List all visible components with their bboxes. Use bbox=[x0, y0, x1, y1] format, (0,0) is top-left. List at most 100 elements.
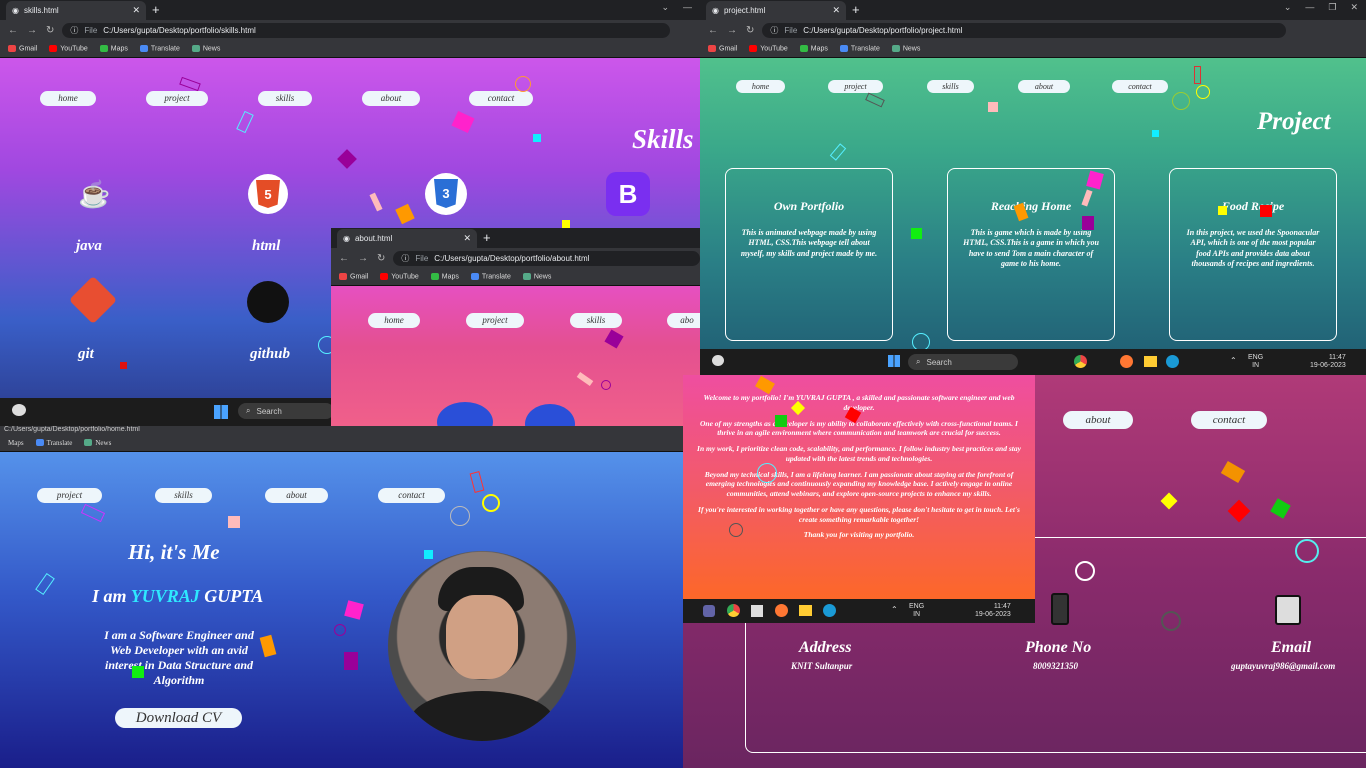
nav-contact[interactable]: contact bbox=[1112, 80, 1168, 93]
nav-about[interactable]: about bbox=[1063, 411, 1133, 429]
address-bar[interactable]: ⓘ File C:/Users/gupta/Desktop/portfolio/… bbox=[762, 22, 1286, 38]
nav-about[interactable]: about bbox=[265, 488, 328, 503]
bookmark-gmail[interactable]: Gmail bbox=[339, 272, 368, 280]
windows-start-icon[interactable] bbox=[888, 355, 900, 367]
bookmark-news[interactable]: News bbox=[191, 44, 220, 52]
weather-icon[interactable] bbox=[12, 404, 26, 416]
bookmark-maps[interactable]: Maps bbox=[99, 44, 128, 52]
reload-icon[interactable]: ↻ bbox=[377, 253, 385, 264]
new-tab-button[interactable]: + bbox=[152, 2, 160, 17]
confetti bbox=[369, 192, 383, 212]
bookmark-translate[interactable]: Translate bbox=[470, 272, 511, 280]
confetti bbox=[775, 415, 787, 427]
back-icon[interactable]: ← bbox=[708, 25, 718, 36]
address-bar[interactable]: ⓘ File C:/Users/gupta/Desktop/portfolio/… bbox=[393, 250, 700, 266]
bookmark-news[interactable]: News bbox=[891, 44, 920, 52]
confetti bbox=[1194, 66, 1201, 84]
firefox-taskbar-icon[interactable] bbox=[775, 604, 788, 617]
bookmark-youtube[interactable]: YouTube bbox=[749, 44, 788, 52]
bookmark-translate[interactable]: Translate bbox=[139, 44, 180, 52]
bookmark-youtube[interactable]: YouTube bbox=[49, 44, 88, 52]
chevron-up-icon[interactable]: ⌃ bbox=[1230, 356, 1237, 365]
nav-about[interactable]: abo bbox=[667, 313, 700, 328]
back-icon[interactable]: ← bbox=[8, 25, 18, 36]
folder-taskbar-icon[interactable] bbox=[1144, 356, 1157, 367]
chrome-taskbar-icon[interactable] bbox=[727, 604, 740, 617]
minimize-icon[interactable]: — bbox=[1305, 2, 1314, 13]
store-taskbar-icon[interactable] bbox=[751, 605, 763, 617]
minimize-icon[interactable]: — bbox=[683, 2, 692, 13]
close-tab-icon[interactable]: ✕ bbox=[832, 5, 840, 16]
tab-project[interactable]: ◉ project.html ✕ bbox=[706, 1, 846, 20]
close-window-icon[interactable]: ✕ bbox=[1350, 2, 1358, 13]
download-cv-button[interactable]: Download CV bbox=[115, 708, 242, 728]
nav-skills[interactable]: skills bbox=[570, 313, 622, 328]
nav-home[interactable]: home bbox=[368, 313, 420, 328]
forward-icon[interactable]: → bbox=[727, 25, 737, 36]
clock[interactable]: 11:47 19-06-2023 bbox=[975, 603, 1011, 619]
nav-home[interactable]: home bbox=[736, 80, 785, 93]
bookmark-maps[interactable]: Maps bbox=[8, 439, 24, 447]
reload-icon[interactable]: ↻ bbox=[46, 25, 54, 36]
bookmark-maps[interactable]: Maps bbox=[430, 272, 459, 280]
bookmark-translate[interactable]: Translate bbox=[839, 44, 880, 52]
bookmark-translate[interactable]: Translate bbox=[35, 439, 72, 447]
tab-skills[interactable]: ◉ skills.html ✕ bbox=[6, 1, 146, 20]
project-card[interactable]: Food Recipe In this project, we used the… bbox=[1169, 168, 1337, 341]
chevron-down-icon[interactable]: ⌄ bbox=[661, 2, 669, 13]
nav-contact[interactable]: contact bbox=[1191, 411, 1267, 429]
bookmarks-bar: Gmail YouTube Maps Translate News bbox=[331, 268, 700, 286]
nav-about[interactable]: about bbox=[1018, 80, 1070, 93]
bookmarks-bar: Gmail YouTube Maps Translate News bbox=[700, 40, 1366, 58]
bookmark-gmail[interactable]: Gmail bbox=[8, 44, 37, 52]
bookmark-maps[interactable]: Maps bbox=[799, 44, 828, 52]
about-paragraph: Welcome to my portfolio! I'm YUVRAJ GUPT… bbox=[703, 393, 1015, 412]
nav-skills[interactable]: skills bbox=[155, 488, 212, 503]
bookmark-news[interactable]: News bbox=[84, 439, 111, 447]
taskbar-search[interactable]: ⌕ Search bbox=[238, 403, 334, 419]
bookmark-news[interactable]: News bbox=[522, 272, 551, 280]
chevron-down-icon[interactable]: ⌄ bbox=[1284, 2, 1292, 13]
close-tab-icon[interactable]: ✕ bbox=[132, 5, 140, 16]
nav-home[interactable]: home bbox=[40, 91, 96, 106]
edge-taskbar-icon[interactable] bbox=[1166, 355, 1179, 368]
nav-project[interactable]: project bbox=[146, 91, 208, 106]
file-label: File bbox=[784, 25, 798, 35]
bookmark-gmail[interactable]: Gmail bbox=[708, 44, 737, 52]
nav-project[interactable]: project bbox=[828, 80, 883, 93]
forward-icon[interactable]: → bbox=[27, 25, 37, 36]
folder-taskbar-icon[interactable] bbox=[799, 605, 812, 616]
nav-contact[interactable]: contact bbox=[469, 91, 533, 106]
skill-label-github: github bbox=[250, 346, 291, 362]
clock[interactable]: 11:47 19-06-2023 bbox=[1310, 354, 1346, 370]
close-tab-icon[interactable]: ✕ bbox=[463, 233, 471, 244]
language-indicator[interactable]: ENG IN bbox=[909, 603, 924, 619]
reload-icon[interactable]: ↻ bbox=[746, 25, 754, 36]
chrome-taskbar-icon[interactable] bbox=[1074, 355, 1087, 368]
nav-skills[interactable]: skills bbox=[258, 91, 312, 106]
teams-taskbar-icon[interactable] bbox=[703, 605, 715, 617]
nav-project[interactable]: project bbox=[37, 488, 102, 503]
new-tab-button[interactable]: + bbox=[852, 2, 860, 17]
hero-blob bbox=[525, 404, 575, 426]
firefox-taskbar-icon[interactable] bbox=[1120, 355, 1133, 368]
forward-icon[interactable]: → bbox=[358, 253, 368, 264]
nav-about[interactable]: about bbox=[362, 91, 420, 106]
project-card[interactable]: Own Portfolio This is animated webpage m… bbox=[725, 168, 893, 341]
nav-contact[interactable]: contact bbox=[378, 488, 445, 503]
bookmark-youtube[interactable]: YouTube bbox=[380, 272, 419, 280]
windows-start-icon[interactable] bbox=[214, 405, 228, 419]
maximize-icon[interactable]: ❐ bbox=[1328, 2, 1336, 13]
language-indicator[interactable]: ENG IN bbox=[1248, 354, 1263, 370]
taskbar-search[interactable]: ⌕ Search bbox=[908, 354, 1018, 370]
weather-icon[interactable] bbox=[712, 355, 724, 366]
tab-about[interactable]: ◉ about.html ✕ bbox=[337, 229, 477, 248]
back-icon[interactable]: ← bbox=[339, 253, 349, 264]
edge-taskbar-icon[interactable] bbox=[823, 604, 836, 617]
address-bar[interactable]: ⓘ File C:/Users/gupta/Desktop/portfolio/… bbox=[62, 22, 670, 38]
nav-skills[interactable]: skills bbox=[927, 80, 974, 93]
chevron-up-icon[interactable]: ⌃ bbox=[891, 605, 898, 614]
new-tab-button[interactable]: + bbox=[483, 230, 491, 245]
lang-top: ENG bbox=[1248, 354, 1264, 361]
nav-project[interactable]: project bbox=[466, 313, 524, 328]
